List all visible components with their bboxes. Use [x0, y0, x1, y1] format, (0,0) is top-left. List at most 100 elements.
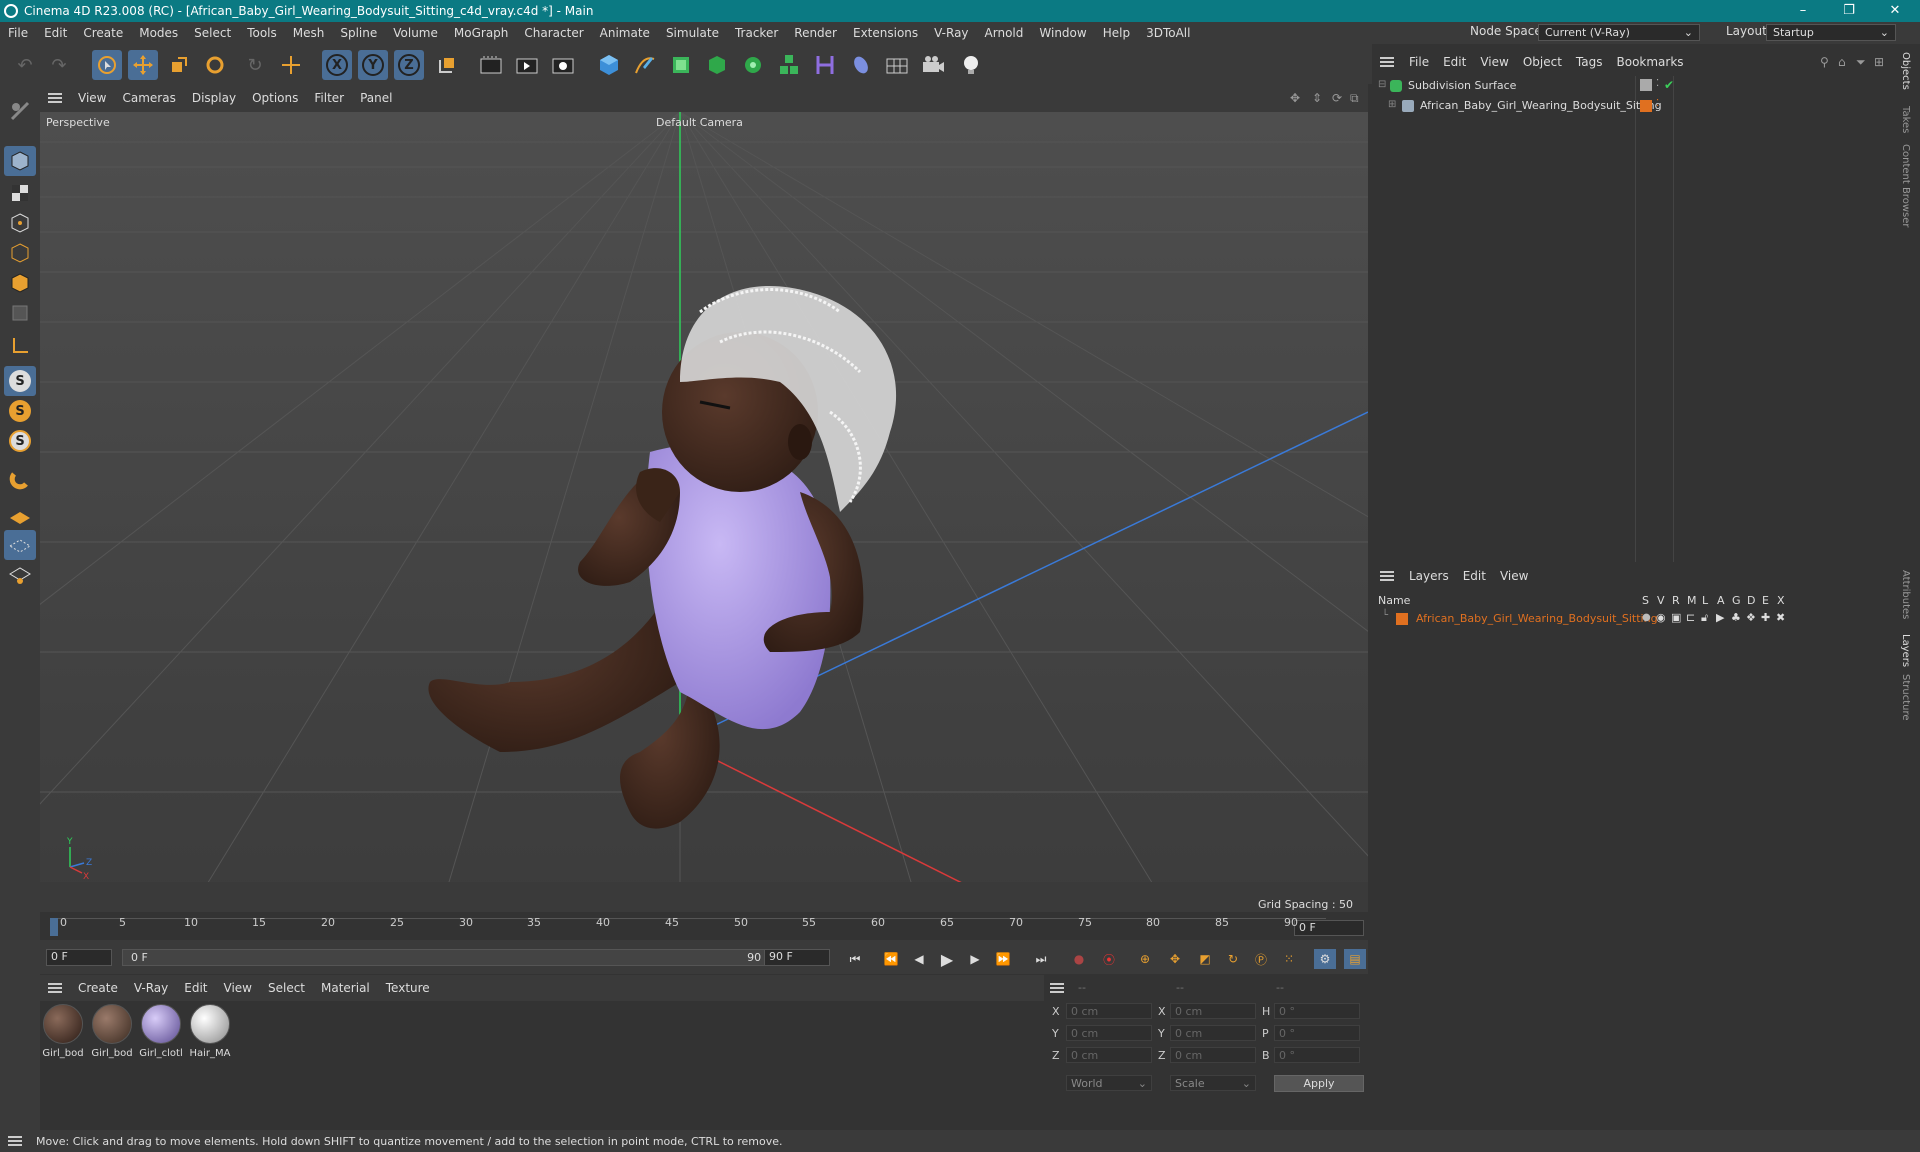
material-item[interactable]: Hair_MA — [188, 1004, 232, 1059]
solo-dot-icon[interactable]: ● — [1642, 612, 1651, 623]
menu-mograph[interactable]: MoGraph — [446, 26, 517, 40]
apply-button[interactable]: Apply — [1274, 1075, 1364, 1092]
viewport-camera-name[interactable]: Default Camera — [656, 116, 743, 129]
layer-color-icon[interactable] — [1640, 100, 1652, 112]
size-y-field[interactable]: 0 cm — [1170, 1025, 1256, 1041]
pos-z-field[interactable]: 0 cm — [1066, 1047, 1152, 1063]
object-row[interactable]: ⊞ African_Baby_Girl_Wearing_Bodysuit_Sit… — [1376, 98, 1892, 116]
previous-frame-icon[interactable]: ◀ — [908, 949, 930, 969]
floor-icon[interactable] — [882, 50, 912, 80]
material-menu-vray[interactable]: V-Ray — [126, 981, 176, 995]
object-menu-edit[interactable]: Edit — [1436, 55, 1473, 69]
mograph-cloner-icon[interactable] — [774, 50, 804, 80]
eye-icon[interactable]: ◉ — [1656, 611, 1666, 624]
lock-icon[interactable]: 🔓︎ — [1701, 611, 1708, 625]
viewport-rotate-icon[interactable]: ⟳ — [1332, 91, 1342, 105]
menu-3dtoall[interactable]: 3DToAll — [1138, 26, 1198, 40]
menu-extensions[interactable]: Extensions — [845, 26, 926, 40]
viewport-hamburger-icon[interactable] — [48, 93, 62, 103]
tab-objects[interactable]: Objects — [1900, 52, 1911, 90]
deformer-icon[interactable] — [810, 50, 840, 80]
material-menu-view[interactable]: View — [216, 981, 260, 995]
axis-mode-icon[interactable] — [4, 330, 36, 360]
tab-structure[interactable]: Structure — [1900, 674, 1911, 721]
viewport-menu-options[interactable]: Options — [244, 91, 306, 105]
xref-icon[interactable]: ✖ — [1776, 611, 1785, 624]
key-parameter-icon[interactable]: Ⓟ — [1250, 949, 1272, 969]
solo-off-icon[interactable]: S — [4, 366, 36, 396]
filter-icon[interactable]: ⏷ — [1856, 55, 1866, 70]
recent-tools-icon[interactable]: ↻ — [240, 50, 270, 80]
playhead[interactable] — [50, 918, 58, 936]
animation-icon[interactable]: ▶ — [1716, 611, 1724, 624]
cube-primitive-icon[interactable] — [594, 50, 624, 80]
workplane-icon[interactable] — [4, 500, 36, 530]
key-scale-icon[interactable]: ◩ — [1194, 949, 1216, 969]
object-menu-tags[interactable]: Tags — [1569, 55, 1610, 69]
material-menu-edit[interactable]: Edit — [176, 981, 215, 995]
next-frame-icon[interactable]: ▶ — [964, 949, 986, 969]
timeline-icon[interactable]: ▤ — [1344, 949, 1366, 969]
viewport-menu-view[interactable]: View — [70, 91, 114, 105]
tab-layers[interactable]: Layers — [1900, 634, 1911, 667]
keyframe-selection-icon[interactable]: ⊕ — [1134, 949, 1156, 969]
make-editable-icon[interactable] — [4, 96, 36, 126]
polygon-mode-icon[interactable] — [4, 268, 36, 298]
locked-workplane-icon[interactable] — [4, 530, 36, 560]
object-menu-view[interactable]: View — [1473, 55, 1515, 69]
pos-y-field[interactable]: 0 cm — [1066, 1025, 1152, 1041]
viewport-menu-panel[interactable]: Panel — [352, 91, 400, 105]
search-icon[interactable]: ⚲ — [1820, 55, 1829, 69]
expression-icon[interactable]: ✚ — [1761, 611, 1770, 624]
menu-character[interactable]: Character — [516, 26, 591, 40]
layer-name[interactable]: African_Baby_Girl_Wearing_Bodysuit_Sitti… — [1416, 612, 1658, 625]
menu-edit[interactable]: Edit — [36, 26, 75, 40]
light-icon[interactable] — [956, 50, 986, 80]
object-menu-file[interactable]: File — [1402, 55, 1436, 69]
material-menu-texture[interactable]: Texture — [378, 981, 438, 995]
object-hamburger-icon[interactable] — [1380, 57, 1394, 67]
key-pla-icon[interactable]: ⁙ — [1278, 949, 1300, 969]
render-to-picture-viewer-icon[interactable] — [512, 50, 542, 80]
uv-mode-icon[interactable] — [4, 298, 36, 328]
solo-single-icon[interactable]: S — [4, 396, 36, 426]
close-button[interactable]: ✕ — [1872, 0, 1918, 22]
viewport-maximize-icon[interactable]: ⧉ — [1350, 91, 1359, 106]
extrude-icon[interactable] — [702, 50, 732, 80]
menu-vray[interactable]: V-Ray — [926, 26, 976, 40]
size-x-field[interactable]: 0 cm — [1170, 1003, 1256, 1019]
coords-hamburger-icon[interactable] — [1050, 983, 1064, 993]
home-icon[interactable]: ⌂ — [1838, 55, 1846, 69]
subdivision-surface-icon[interactable] — [666, 50, 696, 80]
viewport[interactable]: Y Z X Perspective Default Camera Grid Sp… — [40, 112, 1368, 912]
timeline-ruler[interactable]: 0 F — [40, 912, 1368, 940]
layer-menu-layers[interactable]: Layers — [1402, 569, 1456, 583]
expand-icon[interactable]: ⊟ — [1378, 79, 1386, 90]
previous-key-icon[interactable]: ⏪ — [880, 949, 902, 969]
rot-b-field[interactable]: 0 ° — [1274, 1047, 1360, 1063]
viewport-zoom-icon[interactable]: ⇕ — [1312, 91, 1322, 105]
edge-mode-icon[interactable] — [4, 238, 36, 268]
key-position-icon[interactable]: ✥ — [1164, 949, 1186, 969]
viewport-move-icon[interactable]: ✥ — [1290, 91, 1300, 105]
material-menu-material[interactable]: Material — [313, 981, 378, 995]
snap-icon[interactable] — [4, 464, 36, 494]
minimize-button[interactable]: – — [1780, 0, 1826, 22]
material-item[interactable]: Girl_clotl — [139, 1004, 183, 1059]
y-axis-lock-icon[interactable]: Y — [358, 50, 388, 80]
pos-x-field[interactable]: 0 cm — [1066, 1003, 1152, 1019]
cloner-icon[interactable] — [738, 50, 768, 80]
generator-icon[interactable]: ♣ — [1731, 611, 1741, 624]
z-axis-lock-icon[interactable]: Z — [394, 50, 424, 80]
node-space-dropdown[interactable]: Current (V-Ray) ⌄ — [1538, 24, 1700, 41]
viewport-menu-filter[interactable]: Filter — [306, 91, 352, 105]
scale-dropdown[interactable]: Scale ⌄ — [1170, 1075, 1256, 1091]
layout-dropdown[interactable]: Startup ⌄ — [1766, 24, 1896, 41]
material-item[interactable]: Girl_bod — [90, 1004, 134, 1059]
go-to-end-icon[interactable]: ⏭ — [1030, 949, 1052, 969]
menu-mesh[interactable]: Mesh — [285, 26, 333, 40]
record-disabled-icon[interactable]: ● — [1068, 949, 1090, 969]
menu-modes[interactable]: Modes — [131, 26, 186, 40]
menu-tools[interactable]: Tools — [239, 26, 285, 40]
enabled-check-icon[interactable]: ✔ — [1664, 78, 1674, 92]
